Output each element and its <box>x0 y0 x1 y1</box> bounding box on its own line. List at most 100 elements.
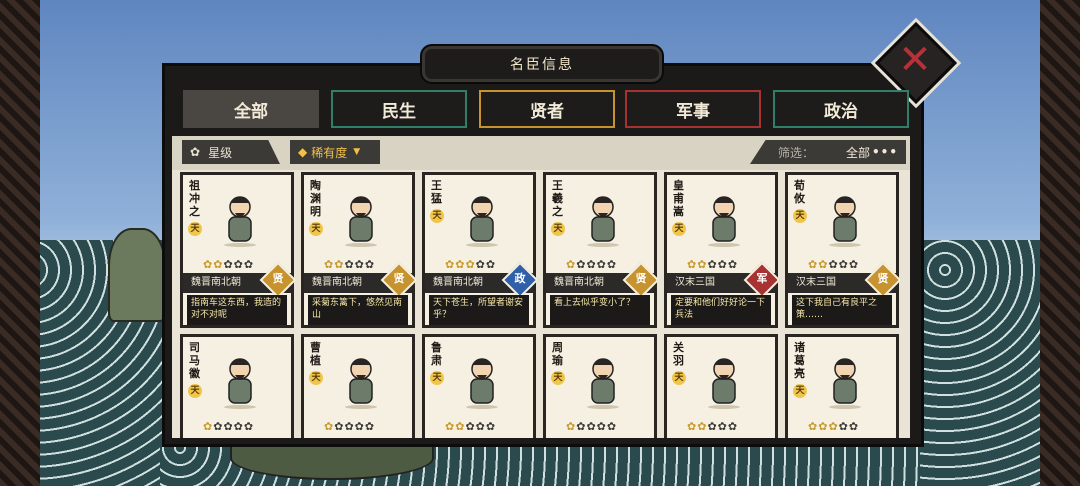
minister-card[interactable]: 皇甫嵩天 ✿✿✿✿✿ 汉末三国军定要和他们好好论一下兵法 <box>664 172 781 328</box>
tier-badge: 天 <box>430 371 444 385</box>
star-icon: ✿ <box>324 420 335 433</box>
tier-badge: 天 <box>430 209 444 223</box>
star-rating: ✿✿✿✿✿ <box>203 258 254 271</box>
star-icon: ✿ <box>465 420 476 433</box>
rarity-filter-button[interactable]: ◆ 稀有度 ▼ <box>290 140 380 164</box>
minister-card[interactable]: 周瑜天 ✿✿✿✿✿ <box>543 334 657 438</box>
minister-portrait <box>829 358 861 409</box>
star-icon: ✿ <box>566 258 577 271</box>
star-icon: ✿ <box>233 258 244 271</box>
screen-filter-label: 筛选： <box>778 145 815 160</box>
minister-card[interactable]: 诸葛亮天 ✿✿✿✿✿ <box>785 334 899 438</box>
star-icon: ✿ <box>364 258 376 271</box>
minister-card[interactable]: 荀攸天 ✿✿✿✿✿ 汉末三国贤这下我自己有良平之策…… <box>785 172 902 328</box>
diamond-icon: ◆ <box>298 145 308 159</box>
screen-frame-right <box>1040 0 1080 486</box>
minister-portrait <box>224 358 256 409</box>
screen-filter-value: 全部 <box>846 145 871 160</box>
star-icon: ✿ <box>213 258 224 271</box>
star-icon: ✿ <box>475 420 486 433</box>
minister-portrait <box>224 196 256 247</box>
star-icon: ✿ <box>848 420 860 433</box>
card-grid-area[interactable]: ✿ 星级 ◆ 稀有度 ▼ 筛选： 全部 ••• 祖冲之天 ✿✿✿✿✿ 魏晋南北朝贤指… <box>172 136 910 438</box>
star-icon: ✿ <box>818 258 829 271</box>
star-icon: ✿ <box>727 258 739 271</box>
star-icon: ✿ <box>596 258 607 271</box>
star-icon: ✿ <box>717 420 728 433</box>
tier-badge: 天 <box>551 222 565 236</box>
minister-name: 司马徽 <box>189 341 200 380</box>
minister-name: 皇甫嵩 <box>673 179 684 218</box>
star-rating: ✿✿✿✿✿ <box>808 258 859 271</box>
tab-all[interactable]: 全部 <box>183 90 319 128</box>
star-filter-label: 星级 <box>208 145 233 160</box>
more-options-icon[interactable]: ••• <box>872 145 898 159</box>
star-icon: ✿ <box>566 420 577 433</box>
tier-badge: 天 <box>793 209 807 223</box>
minister-portrait <box>829 196 861 247</box>
minister-name: 曹植 <box>310 341 321 367</box>
star-icon: ✿ <box>465 258 476 271</box>
minister-card[interactable]: 曹植天 ✿✿✿✿✿ <box>301 334 415 438</box>
tab-livelihood[interactable]: 民生 <box>331 90 467 128</box>
minister-card[interactable]: 陶渊明天 ✿✿✿✿✿ 魏晋南北朝贤采菊东篱下，悠然见南山 <box>301 172 418 328</box>
star-icon: ✿ <box>687 420 698 433</box>
minister-name: 诸葛亮 <box>794 341 805 380</box>
tier-badge: 天 <box>188 384 202 398</box>
role-badge-text: 贤 <box>393 272 405 285</box>
star-icon: ✿ <box>324 258 335 271</box>
minister-quote: 天下苍生，所望者谢安乎？ <box>429 295 529 325</box>
minister-portrait <box>587 358 619 409</box>
role-badge-text: 军 <box>756 272 768 285</box>
minister-portrait <box>345 358 377 409</box>
category-tabs: 全部 民生 贤者 军事 政治 <box>183 90 909 128</box>
minister-name: 关羽 <box>673 341 684 367</box>
minister-card[interactable]: 祖冲之天 ✿✿✿✿✿ 魏晋南北朝贤指南车这东西，我造的对不对呢 <box>180 172 297 328</box>
tab-sage[interactable]: 贤者 <box>479 90 615 128</box>
star-icon: ✿ <box>243 420 255 433</box>
star-rating: ✿✿✿✿✿ <box>566 420 617 433</box>
star-icon: ✿ <box>475 258 486 271</box>
minister-card[interactable]: 王羲之天 ✿✿✿✿✿ 魏晋南北朝贤看上去似乎变小了？ <box>543 172 660 328</box>
minister-portrait <box>708 358 740 409</box>
minister-name: 鲁肃 <box>431 341 442 367</box>
minister-quote: 采菊东篱下，悠然见南山 <box>308 295 408 325</box>
tier-badge: 天 <box>793 384 807 398</box>
star-rating: ✿✿✿✿✿ <box>203 420 254 433</box>
minister-portrait <box>345 196 377 247</box>
tab-military[interactable]: 军事 <box>625 90 761 128</box>
tier-badge: 天 <box>309 222 323 236</box>
star-icon: ✿ <box>697 258 708 271</box>
star-icon: ✿ <box>334 258 345 271</box>
screen-filter-dropdown[interactable]: 筛选： 全部 ••• <box>750 140 906 164</box>
minister-name: 祖冲之 <box>189 179 200 218</box>
minister-card[interactable]: 鲁肃天 ✿✿✿✿✿ <box>422 334 536 438</box>
star-icon: ✿ <box>687 258 698 271</box>
minister-card[interactable]: 关羽天 ✿✿✿✿✿ <box>664 334 778 438</box>
star-rating: ✿✿✿✿✿ <box>445 258 496 271</box>
star-icon: ✿ <box>828 420 839 433</box>
tab-politics[interactable]: 政治 <box>773 90 909 128</box>
star-icon: ✿ <box>243 258 255 271</box>
star-rating: ✿✿✿✿✿ <box>324 420 375 433</box>
rarity-filter-label: 稀有度 <box>311 145 348 160</box>
star-rating: ✿✿✿✿✿ <box>445 420 496 433</box>
star-icon: ✿ <box>606 258 618 271</box>
star-rating: ✿✿✿✿✿ <box>687 258 738 271</box>
star-icon: ✿ <box>445 420 456 433</box>
minister-card[interactable]: 王猛天 ✿✿✿✿✿ 魏晋南北朝政天下苍生，所望者谢安乎？ <box>422 172 539 328</box>
star-icon: ✿ <box>364 420 376 433</box>
filter-bar: ✿ 星级 ◆ 稀有度 ▼ 筛选： 全部 ••• <box>172 136 910 170</box>
flower-icon: ✿ <box>190 145 201 159</box>
star-icon: ✿ <box>818 420 829 433</box>
screen-frame-left <box>0 0 40 486</box>
minister-name: 陶渊明 <box>310 179 321 218</box>
star-icon: ✿ <box>354 420 365 433</box>
minister-portrait <box>466 358 498 409</box>
minister-card[interactable]: 司马徽天 ✿✿✿✿✿ <box>180 334 294 438</box>
role-badge-text: 贤 <box>272 272 284 285</box>
star-icon: ✿ <box>707 258 718 271</box>
star-filter-button[interactable]: ✿ 星级 <box>182 140 280 164</box>
close-icon[interactable]: ✕ <box>893 38 937 82</box>
star-icon: ✿ <box>203 258 214 271</box>
